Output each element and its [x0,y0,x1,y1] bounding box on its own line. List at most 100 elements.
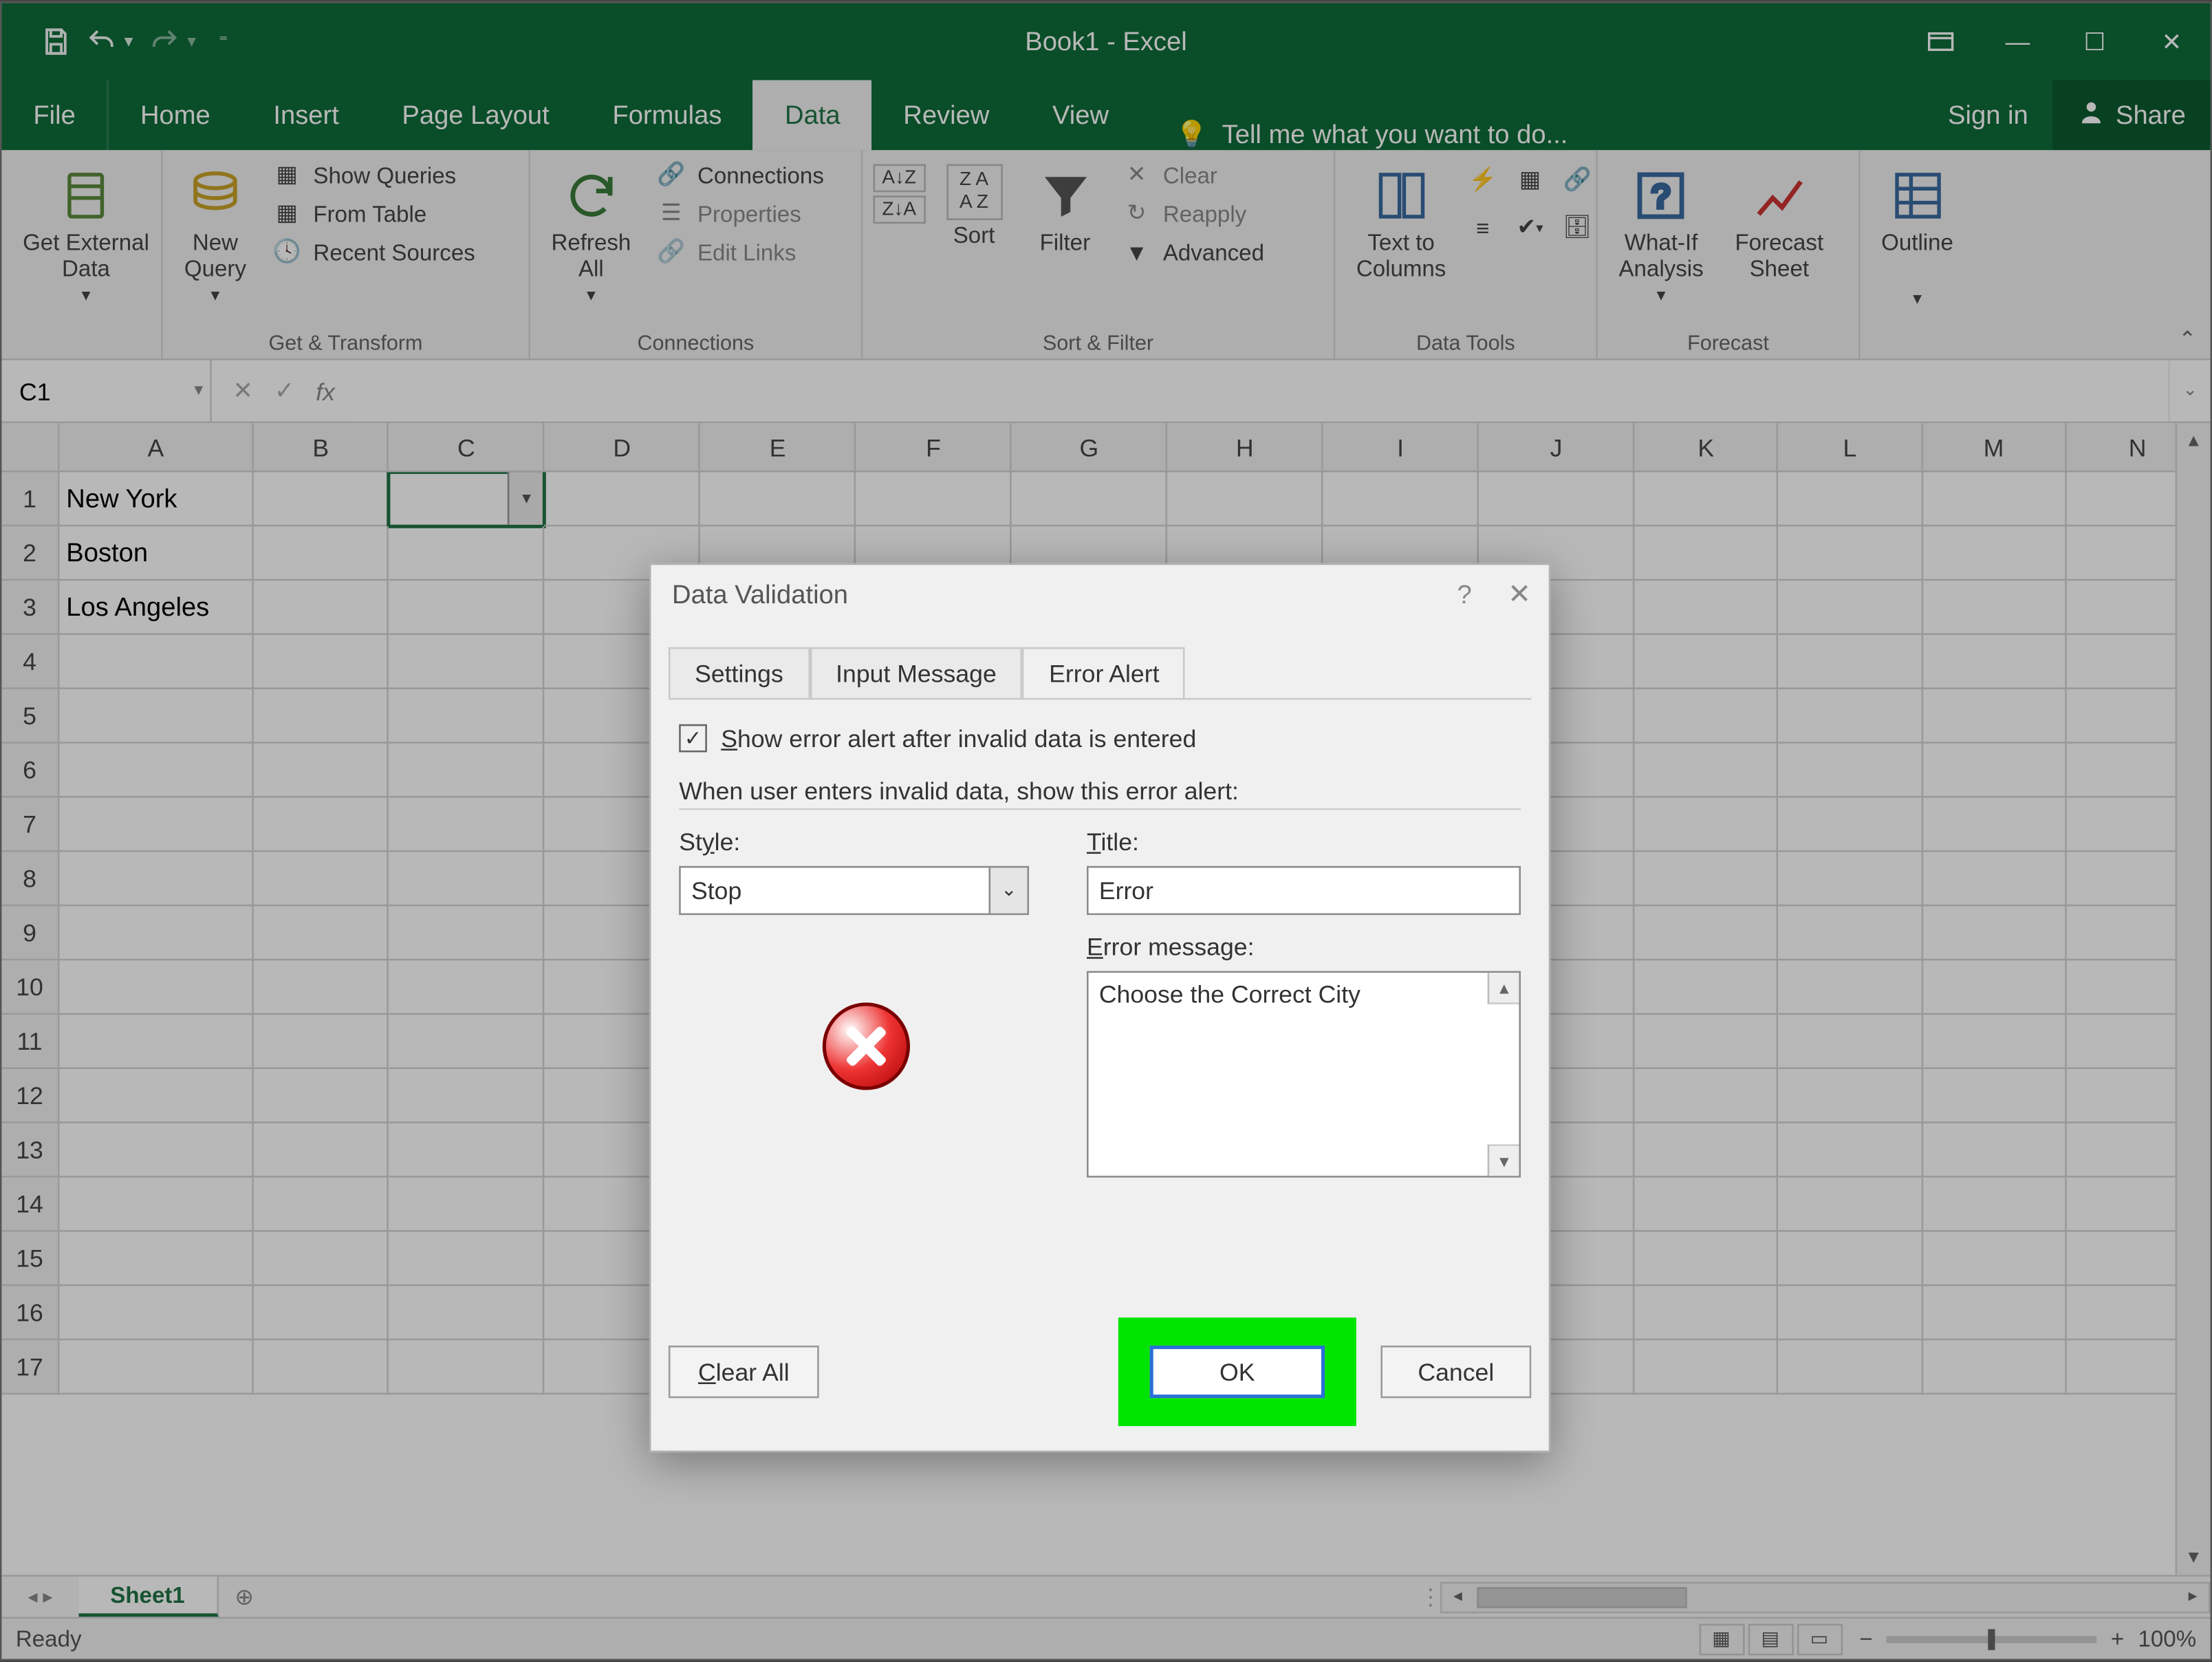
cell-B5[interactable] [254,689,389,744]
get-external-data-button[interactable]: Get External Data▾ [12,157,160,313]
redo-more-icon[interactable]: ▾ [187,32,204,52]
data-validation-icon[interactable]: ✔▾ [1515,211,1546,243]
tab-review[interactable]: Review [871,80,1021,150]
close-dialog-icon[interactable]: ✕ [1508,577,1531,612]
minimize-icon[interactable]: — [1980,3,2057,80]
dialog-tab-error-alert[interactable]: Error Alert [1023,647,1186,698]
dialog-tab-input-message[interactable]: Input Message [810,647,1023,698]
cell-A17[interactable] [59,1340,254,1394]
cell-K8[interactable] [1635,852,1779,907]
scroll-left-icon[interactable]: ◂ [1442,1587,1474,1606]
cell-B6[interactable] [254,744,389,798]
cell-L17[interactable] [1779,1340,1922,1394]
cell-C15[interactable] [389,1232,545,1286]
cell-B10[interactable] [254,960,389,1015]
tab-page-layout[interactable]: Page Layout [371,80,581,150]
cell-C7[interactable] [389,798,545,852]
column-header-L[interactable]: L [1779,423,1922,471]
cell-M12[interactable] [1922,1069,2066,1123]
tell-me[interactable]: 💡 Tell me what you want to do... [1140,118,1568,150]
cell-L11[interactable] [1779,1015,1922,1069]
flash-fill-icon[interactable]: ⚡ [1467,164,1499,196]
cell-C3[interactable] [389,581,545,635]
cell-A10[interactable] [59,960,254,1015]
filter-button[interactable]: Filter [1023,157,1107,263]
cell-B4[interactable] [254,635,389,689]
column-header-D[interactable]: D [545,423,700,471]
error-message-textarea[interactable]: Choose the Correct City ▲ ▼ [1087,971,1521,1178]
tab-data[interactable]: Data [753,80,871,150]
cell-C1[interactable]: ▾ [389,472,545,526]
row-header-4[interactable]: 4 [2,635,60,689]
row-header-16[interactable]: 16 [2,1286,60,1341]
cell-K17[interactable] [1635,1340,1779,1394]
cell-L8[interactable] [1779,852,1922,907]
cell-B17[interactable] [254,1340,389,1394]
cell-L10[interactable] [1779,960,1922,1015]
what-if-button[interactable]: ? What-If Analysis▾ [1608,157,1714,313]
row-header-5[interactable]: 5 [2,689,60,744]
fx-icon[interactable]: fx [316,377,349,405]
tab-insert[interactable]: Insert [242,80,371,150]
column-header-C[interactable]: C [389,423,545,471]
row-header-3[interactable]: 3 [2,581,60,635]
dialog-tab-settings[interactable]: Settings [669,647,810,698]
row-header-10[interactable]: 10 [2,960,60,1015]
column-header-M[interactable]: M [1922,423,2066,471]
row-header-13[interactable]: 13 [2,1123,60,1178]
normal-view-icon[interactable]: ▦ [1698,1623,1744,1654]
tab-file[interactable]: File [2,80,109,150]
cell-M7[interactable] [1922,798,2066,852]
forecast-sheet-button[interactable]: Forecast Sheet [1724,157,1834,290]
column-header-F[interactable]: F [856,423,1012,471]
cell-C12[interactable] [389,1069,545,1123]
reapply-button[interactable]: ↻Reapply [1118,195,1268,230]
advanced-button[interactable]: ▼Advanced [1118,234,1268,269]
row-header-8[interactable]: 8 [2,852,60,907]
row-header-1[interactable]: 1 [2,472,60,526]
enter-formula-icon[interactable]: ✓ [274,376,295,405]
cell-L7[interactable] [1779,798,1922,852]
cell-C17[interactable] [389,1340,545,1394]
cancel-formula-icon[interactable]: ✕ [232,376,253,405]
cell-C2[interactable] [389,526,545,581]
cell-K4[interactable] [1635,635,1779,689]
cell-B12[interactable] [254,1069,389,1123]
column-header-J[interactable]: J [1479,423,1635,471]
style-combo[interactable]: Stop ⌄ [679,866,1029,915]
properties-button[interactable]: ☰Properties [652,195,827,230]
sheet-nav[interactable]: ◂ ▸ [2,1586,79,1608]
cell-G1[interactable] [1012,472,1167,526]
cell-B8[interactable] [254,852,389,907]
chevron-down-icon[interactable]: ⌄ [989,867,1028,913]
cell-A13[interactable] [59,1123,254,1178]
tab-formulas[interactable]: Formulas [581,80,754,150]
zoom-in-icon[interactable]: + [2111,1626,2124,1652]
cell-A16[interactable] [59,1286,254,1341]
expand-formula-bar-icon[interactable]: ⌄ [2168,360,2210,422]
cell-M3[interactable] [1922,581,2066,635]
cell-M9[interactable] [1922,906,2066,960]
manage-data-model-icon[interactable]: 🗄 [1561,211,1593,243]
tab-home[interactable]: Home [109,80,241,150]
zoom-slider[interactable] [1887,1635,2096,1642]
cell-L13[interactable] [1779,1123,1922,1178]
cell-L2[interactable] [1779,526,1922,581]
cell-C6[interactable] [389,744,545,798]
cell-J1[interactable] [1479,472,1634,526]
cell-B2[interactable] [254,526,389,581]
show-error-checkbox[interactable]: ✓ [679,724,707,753]
cell-B7[interactable] [254,798,389,852]
cell-A4[interactable] [59,635,254,689]
cell-A2[interactable]: Boston [59,526,254,581]
ok-button[interactable]: OK [1150,1346,1325,1398]
cell-L3[interactable] [1779,581,1922,635]
cell-L5[interactable] [1779,689,1922,744]
cell-L6[interactable] [1779,744,1922,798]
recent-sources-button[interactable]: 🕓Recent Sources [268,234,479,269]
cell-M1[interactable] [1922,472,2066,526]
cell-K2[interactable] [1635,526,1779,581]
ribbon-display-options-icon[interactable] [1902,3,1980,80]
sign-in-button[interactable]: Sign in [1923,80,2052,150]
cell-A7[interactable] [59,798,254,852]
